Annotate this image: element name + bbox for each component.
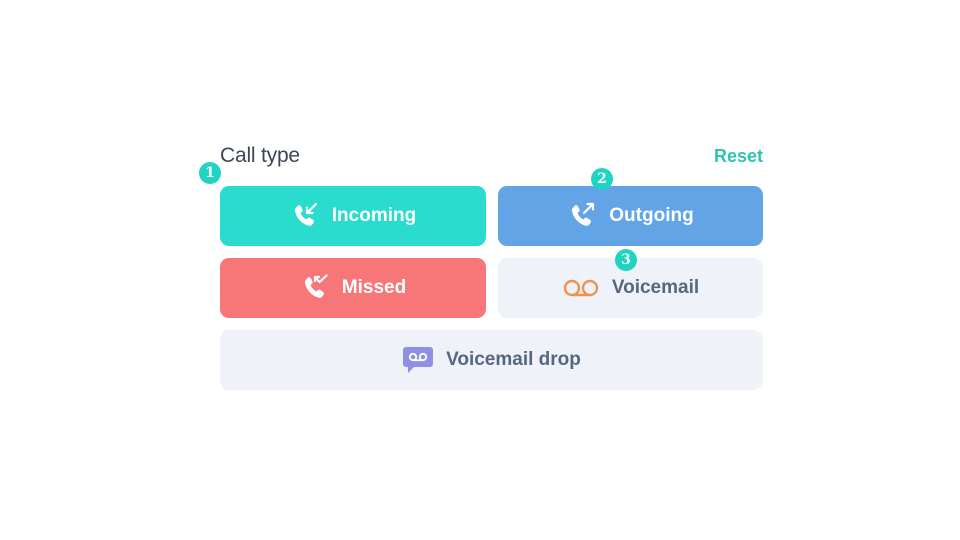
call-type-filter-stage: Call type Reset Incoming Outgoing Missed… [0,0,960,540]
panel-header: Call type Reset [220,140,763,172]
missed-label: Missed [341,277,407,298]
reset-button[interactable]: Reset [714,146,763,167]
outgoing-call-icon [567,201,597,231]
step-marker-1: 1 [199,162,221,184]
missed-call-icon [300,273,330,303]
voicemail-label: Voicemail [611,277,700,298]
incoming-label: Incoming [331,205,417,226]
missed-button[interactable]: Missed [220,258,486,318]
voicemail-drop-button[interactable]: Voicemail drop [220,330,763,390]
outgoing-button[interactable]: Outgoing [498,186,763,246]
incoming-button[interactable]: Incoming [220,186,486,246]
step-marker-2: 2 [591,168,613,190]
panel-title: Call type [220,144,300,167]
voicemail-drop-label: Voicemail drop [446,349,581,370]
outgoing-label: Outgoing [609,205,694,226]
incoming-call-icon [290,201,320,231]
step-marker-3: 3 [615,249,637,271]
call-type-panel: Call type Reset Incoming Outgoing Missed… [220,140,763,390]
voicemail-drop-icon [402,345,434,375]
voicemail-icon [562,273,600,303]
